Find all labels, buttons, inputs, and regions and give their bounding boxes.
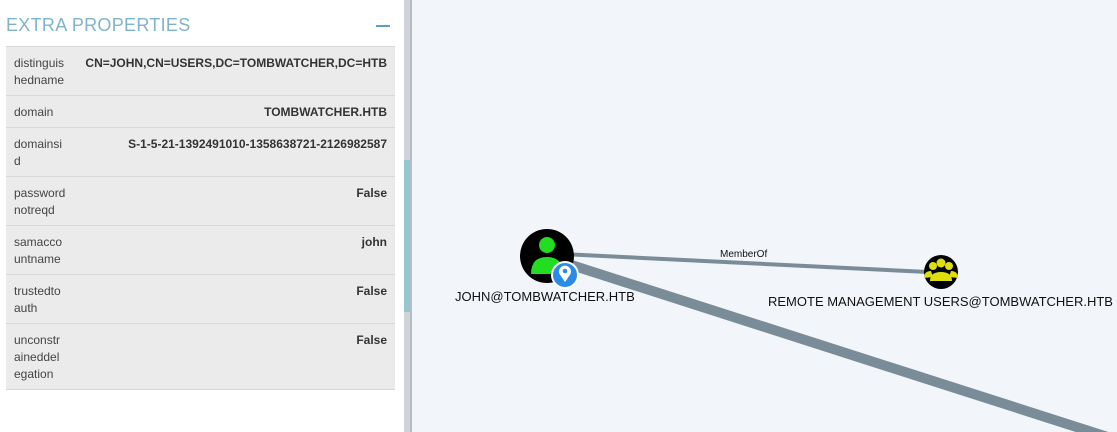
table-row: unconstraineddelegation False [6,324,395,390]
property-key: domain [14,105,54,119]
property-key: passwordnotreqd [14,186,66,217]
collapse-icon[interactable] [376,25,390,27]
properties-panel: EXTRA PROPERTIES distinguishedname CN=JO… [0,0,404,432]
table-row: samaccountname john [6,226,395,275]
property-value: CN=JOHN,CN=USERS,DC=TOMBWATCHER,DC=HTB [85,56,387,70]
edge-label-memberof: MemberOf [720,249,768,260]
property-key: unconstraineddelegation [14,333,61,381]
node-user[interactable] [520,229,579,289]
table-row: distinguishedname CN=JOHN,CN=USERS,DC=TO… [6,47,395,96]
panel-header[interactable]: EXTRA PROPERTIES [6,10,396,40]
node-label-group: REMOTE MANAGEMENT USERS@TOMBWATCHER.HTB [768,294,1113,309]
graph-canvas[interactable]: MemberOf JOHN@TOMBWATCHER.HTB REMOTE MAN… [412,0,1117,432]
property-key: samaccountname [14,235,63,266]
property-value: S-1-5-21-1392491010-1358638721-212698258… [128,137,387,151]
table-row: domain TOMBWATCHER.HTB [6,96,395,128]
property-key: trustedtoauth [14,284,61,315]
edge-offscreen[interactable] [560,257,1117,432]
property-value: False [356,333,387,347]
property-value: False [356,284,387,298]
property-key: distinguishedname [14,56,65,87]
property-value: TOMBWATCHER.HTB [264,105,387,119]
node-label-user: JOHN@TOMBWATCHER.HTB [455,289,635,304]
node-group[interactable] [924,255,958,289]
table-row: domainsid S-1-5-21-1392491010-1358638721… [6,128,395,177]
location-pin-icon [551,261,579,289]
properties-table: distinguishedname CN=JOHN,CN=USERS,DC=TO… [6,46,395,390]
property-value: False [356,186,387,200]
table-row: passwordnotreqd False [6,177,395,226]
table-row: trustedtoauth False [6,275,395,324]
graph-svg [520,229,1117,432]
panel-title: EXTRA PROPERTIES [6,15,191,35]
property-key: domainsid [14,137,63,168]
property-value: john [361,235,387,249]
